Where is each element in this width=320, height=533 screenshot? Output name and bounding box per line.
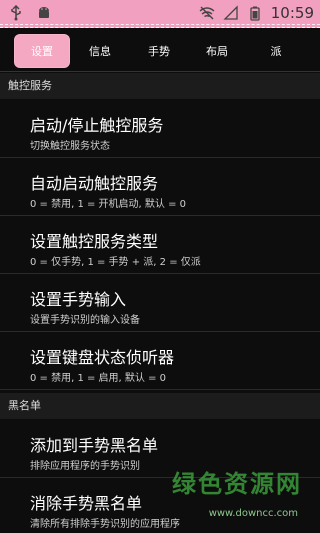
list-item-autostart-touch-service[interactable]: 自动启动触控服务 0 = 禁用, 1 = 开机启动, 默认 = 0	[0, 158, 320, 216]
wifi-off-icon	[199, 6, 215, 20]
list-item-toggle-touch-service[interactable]: 启动/停止触控服务 切换触控服务状态	[0, 100, 320, 158]
item-subtitle: 设置手势识别的输入设备	[30, 315, 140, 326]
battery-icon	[250, 6, 260, 21]
tab-info[interactable]: 信息	[72, 34, 128, 68]
tab-layout[interactable]: 布局	[189, 34, 245, 68]
item-title: 启动/停止触控服务	[30, 116, 164, 135]
watermark-url: www.downcc.com	[208, 508, 298, 519]
item-subtitle: 0 = 禁用, 1 = 开机启动, 默认 = 0	[30, 199, 187, 210]
status-bar: 10:59	[0, 0, 320, 28]
item-subtitle: 排除应用程序的手势识别	[30, 461, 140, 472]
watermark-logo: 绿色资源网	[172, 470, 302, 498]
list-item-gesture-input[interactable]: 设置手势输入 设置手势识别的输入设备	[0, 274, 320, 332]
item-title: 设置键盘状态侦听器	[30, 348, 175, 367]
item-title: 设置手势输入	[30, 290, 127, 309]
list-item-keyboard-listener[interactable]: 设置键盘状态侦听器 0 = 禁用, 1 = 启用, 默认 = 0	[0, 332, 320, 390]
tab-settings[interactable]: 设置	[14, 34, 70, 68]
list-item-touch-service-type[interactable]: 设置触控服务类型 0 = 仅手势, 1 = 手势 + 派, 2 = 仅派	[0, 216, 320, 274]
item-title: 设置触控服务类型	[30, 232, 159, 251]
section-header-blacklist: 黑名单	[0, 393, 320, 419]
item-subtitle: 清除所有排除手势识别的应用程序	[30, 519, 180, 530]
item-title: 自动启动触控服务	[30, 174, 159, 193]
android-icon	[39, 7, 49, 18]
clock: 10:59	[270, 4, 314, 22]
item-title: 添加到手势黑名单	[30, 436, 159, 455]
tab-gestures[interactable]: 手势	[131, 34, 187, 68]
usb-icon	[11, 5, 21, 21]
item-subtitle: 0 = 仅手势, 1 = 手势 + 派, 2 = 仅派	[30, 257, 201, 268]
tab-pie[interactable]: 派	[248, 34, 304, 68]
signal-icon	[223, 5, 238, 20]
item-subtitle: 切换触控服务状态	[30, 141, 110, 152]
section-header-touch-service: 触控服务	[0, 73, 320, 99]
item-subtitle: 0 = 禁用, 1 = 启用, 默认 = 0	[30, 373, 167, 384]
item-title: 消除手势黑名单	[30, 494, 143, 513]
tab-bar: 设置 信息 手势 布局 派	[0, 28, 320, 72]
